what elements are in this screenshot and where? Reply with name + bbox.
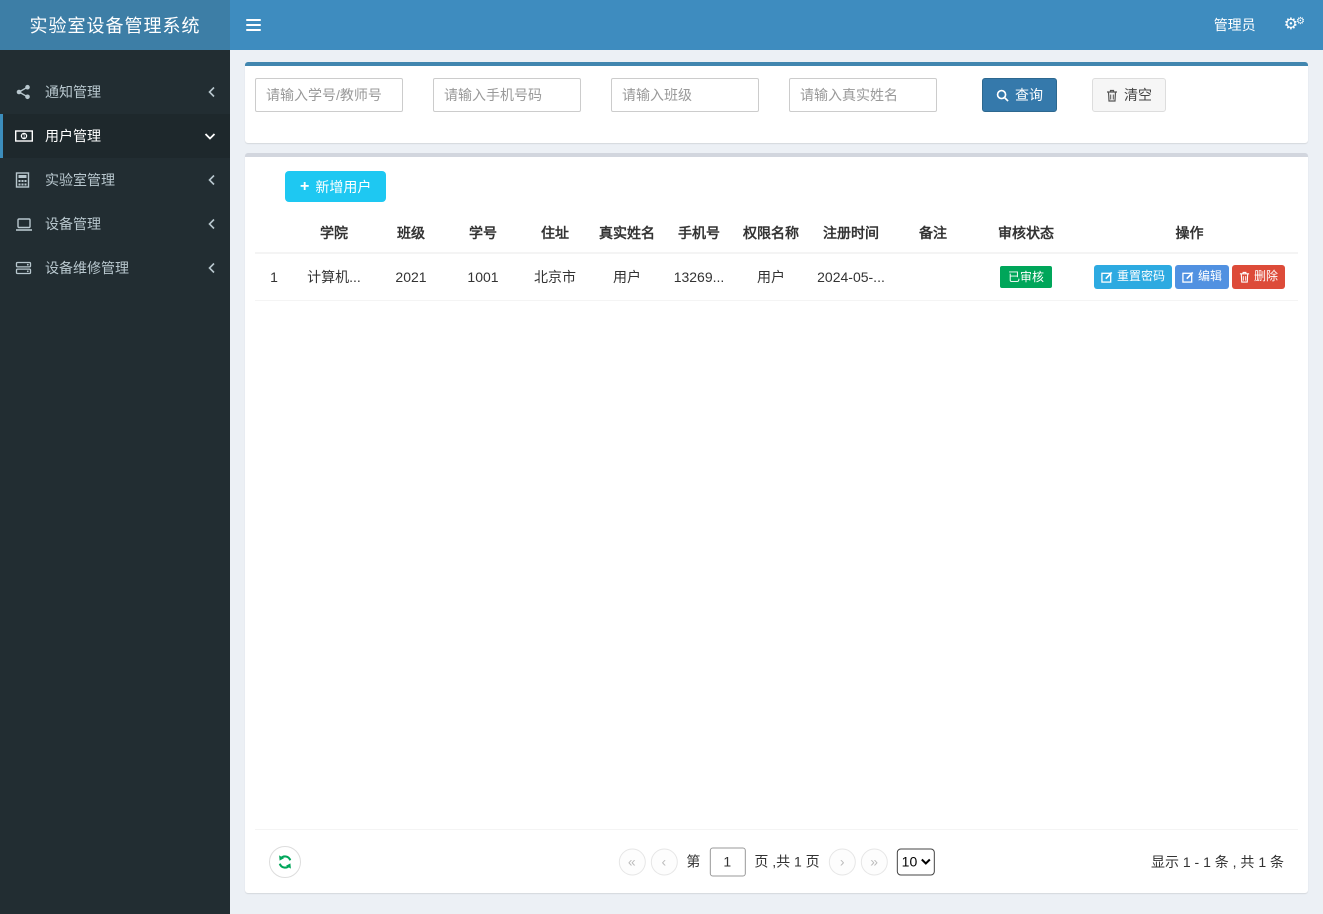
add-user-button[interactable]: + 新增用户 xyxy=(285,171,387,202)
cell-register-time: 2024-05-... xyxy=(807,253,895,301)
server-icon xyxy=(15,261,37,275)
edit-square-icon xyxy=(1182,271,1194,283)
table-header-row: 学院 班级 学号 住址 真实姓名 手机号 权限名称 注册时间 备注 审核状态 操… xyxy=(255,214,1298,254)
plus-icon: + xyxy=(300,177,310,195)
col-college: 学院 xyxy=(293,214,375,254)
trash-icon xyxy=(1106,89,1118,102)
sidebar-menu: 通知管理 1 用户管理 实验室管理 设备管理 设备维修管理 xyxy=(0,50,230,290)
delete-button[interactable]: 删除 xyxy=(1232,265,1286,289)
cell-college: 计算机... xyxy=(293,253,375,301)
col-index xyxy=(255,214,293,254)
cell-real-name: 用户 xyxy=(591,253,663,301)
sidebar: 通知管理 1 用户管理 实验室管理 设备管理 设备维修管理 xyxy=(0,50,230,914)
search-icon xyxy=(996,89,1009,102)
col-class: 班级 xyxy=(375,214,447,254)
app-window: 实验室设备管理系统 管理员 ⚙⚙ 通知管理 1 用户管理 实验室管理 设备管理 … xyxy=(0,0,1323,914)
first-page-icon: « xyxy=(627,853,636,870)
trash-icon xyxy=(1239,271,1250,283)
col-audit-status: 审核状态 xyxy=(971,214,1081,254)
cell-phone: 13269... xyxy=(663,253,735,301)
navbar: 管理员 ⚙⚙ xyxy=(230,0,1323,50)
sidebar-item-user-management[interactable]: 1 用户管理 xyxy=(0,114,230,158)
table-footer: « ‹ 第 页 ,共 1 页 › » 10 显示 1 - 1 条 , 共 1 条 xyxy=(255,829,1298,893)
table-row: 1 计算机... 2021 1001 北京市 用户 13269... 用户 20… xyxy=(255,253,1298,301)
user-table-panel: + 新增用户 学院 班级 学号 住址 真实姓名 手机号 权限名称 注册时间 备注… xyxy=(245,153,1308,893)
cell-actions: 重置密码 编辑 删除 xyxy=(1081,253,1298,301)
search-panel: 查询 清空 xyxy=(245,62,1308,143)
prev-page-icon: ‹ xyxy=(661,853,667,870)
clear-button[interactable]: 清空 xyxy=(1092,78,1166,112)
last-page-button[interactable]: » xyxy=(860,848,888,875)
status-badge: 已审核 xyxy=(999,265,1052,288)
page-prefix-label: 第 xyxy=(686,853,701,870)
sidebar-item-label: 设备维修管理 xyxy=(45,260,129,276)
current-user-label[interactable]: 管理员 xyxy=(1214,15,1256,35)
sidebar-item-label: 用户管理 xyxy=(45,128,101,144)
navbar-right: 管理员 ⚙⚙ xyxy=(1214,15,1323,35)
sidebar-item-notification-management[interactable]: 通知管理 xyxy=(0,70,230,114)
top-header: 实验室设备管理系统 管理员 ⚙⚙ xyxy=(0,0,1323,50)
user-table: 学院 班级 学号 住址 真实姓名 手机号 权限名称 注册时间 备注 审核状态 操… xyxy=(255,214,1298,301)
page-number-input[interactable] xyxy=(709,847,746,876)
cell-class: 2021 xyxy=(375,253,447,301)
sidebar-item-lab-management[interactable]: 实验室管理 xyxy=(0,158,230,202)
next-page-icon: › xyxy=(839,853,845,870)
page-size-select[interactable]: 10 xyxy=(896,848,935,875)
main-content: 查询 清空 + 新增用户 xyxy=(230,50,1323,914)
student-id-input[interactable] xyxy=(255,78,403,112)
chevron-left-icon xyxy=(207,262,216,274)
app-logo[interactable]: 实验室设备管理系统 xyxy=(0,0,230,50)
cell-student-no: 1001 xyxy=(447,253,519,301)
refresh-button[interactable] xyxy=(269,845,301,878)
chevron-left-icon xyxy=(207,86,216,98)
col-actions: 操作 xyxy=(1081,214,1298,254)
col-role: 权限名称 xyxy=(735,214,807,254)
col-register-time: 注册时间 xyxy=(807,214,895,254)
sidebar-toggle-button[interactable] xyxy=(230,0,276,50)
sidebar-item-label: 通知管理 xyxy=(45,84,101,100)
cell-role: 用户 xyxy=(735,253,807,301)
record-summary-label: 显示 1 - 1 条 , 共 1 条 xyxy=(1150,853,1284,870)
calculator-icon xyxy=(15,172,37,188)
cell-audit-status: 已审核 xyxy=(971,253,1081,301)
pagination: « ‹ 第 页 ,共 1 页 › » 10 xyxy=(618,847,935,876)
laptop-icon xyxy=(15,217,37,232)
cell-address: 北京市 xyxy=(519,253,591,301)
sidebar-item-label: 实验室管理 xyxy=(45,172,115,188)
cell-index: 1 xyxy=(255,253,293,301)
hamburger-icon xyxy=(245,19,261,21)
col-phone: 手机号 xyxy=(663,214,735,254)
page-suffix-label: 页 ,共 1 页 xyxy=(754,853,820,870)
phone-input[interactable] xyxy=(433,78,581,112)
svg-text:1: 1 xyxy=(22,134,25,140)
chevron-left-icon xyxy=(207,174,216,186)
reset-password-button[interactable]: 重置密码 xyxy=(1093,265,1172,289)
sidebar-item-equipment-repair-management[interactable]: 设备维修管理 xyxy=(0,246,230,290)
prev-page-button[interactable]: ‹ xyxy=(650,848,678,875)
col-student-no: 学号 xyxy=(447,214,519,254)
chevron-down-icon xyxy=(204,132,216,141)
edit-button[interactable]: 编辑 xyxy=(1174,265,1229,289)
query-button[interactable]: 查询 xyxy=(982,78,1057,112)
last-page-icon: » xyxy=(870,853,879,870)
share-alt-icon xyxy=(15,84,37,100)
next-page-button[interactable]: › xyxy=(828,848,856,875)
settings-gears-icon[interactable]: ⚙⚙ xyxy=(1284,17,1305,33)
chevron-left-icon xyxy=(207,218,216,230)
class-input[interactable] xyxy=(611,78,759,112)
first-page-button[interactable]: « xyxy=(618,848,646,875)
col-real-name: 真实姓名 xyxy=(591,214,663,254)
refresh-icon xyxy=(277,854,293,870)
money-card-icon: 1 xyxy=(15,129,37,143)
cell-remark xyxy=(895,253,971,301)
col-address: 住址 xyxy=(519,214,591,254)
app-title: 实验室设备管理系统 xyxy=(29,16,201,36)
sidebar-item-label: 设备管理 xyxy=(45,216,101,232)
sidebar-item-equipment-management[interactable]: 设备管理 xyxy=(0,202,230,246)
edit-square-icon xyxy=(1101,271,1113,283)
real-name-input[interactable] xyxy=(789,78,937,112)
col-remark: 备注 xyxy=(895,214,971,254)
